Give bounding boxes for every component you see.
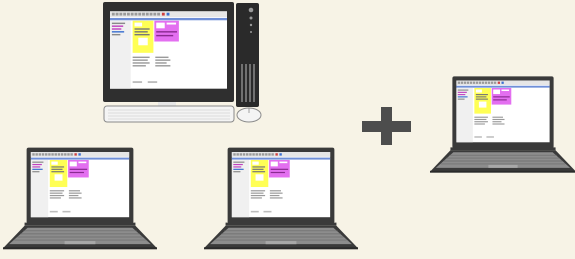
laptop-bottom-left [3, 148, 157, 250]
laptop-right [430, 76, 575, 172]
illustration [0, 2, 575, 259]
laptop-bottom-center [204, 148, 358, 250]
plus-icon [362, 107, 411, 145]
desktop-computer [103, 2, 262, 123]
